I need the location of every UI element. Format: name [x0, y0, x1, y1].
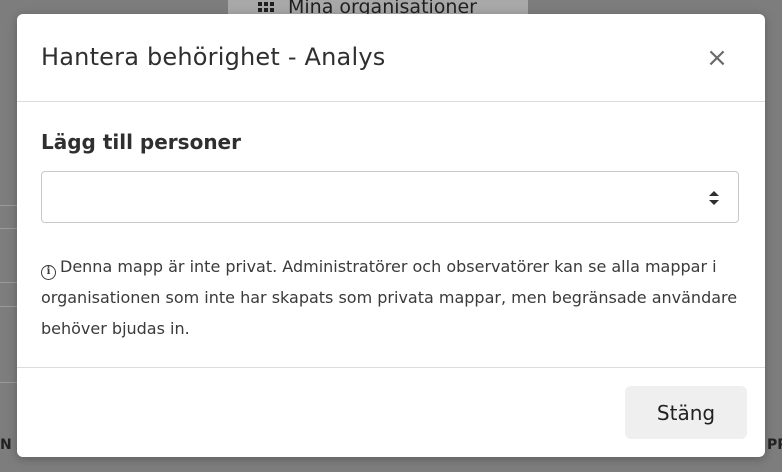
- background-divider: [0, 382, 18, 383]
- info-text: Denna mapp är inte privat. Administratör…: [41, 257, 738, 338]
- background-column-label: PP: [767, 437, 782, 453]
- background-divider: [0, 205, 18, 206]
- dialog-header: Hantera behörighet - Analys ×: [17, 14, 765, 102]
- background-page-header: Mina organisationer: [228, 0, 528, 14]
- background-header-title: Mina organisationer: [288, 0, 477, 14]
- add-people-label: Lägg till personer: [41, 130, 241, 154]
- dialog-title: Hantera behörighet - Analys: [41, 43, 386, 71]
- background-divider: [0, 306, 18, 307]
- permissions-dialog: Hantera behörighet - Analys × Lägg till …: [17, 14, 765, 457]
- grid-icon: [258, 2, 276, 12]
- background-divider: [0, 282, 18, 283]
- close-button[interactable]: Stäng: [625, 386, 747, 439]
- background-divider: [0, 228, 18, 229]
- close-icon[interactable]: ×: [705, 45, 729, 71]
- background-column-label: N: [0, 437, 12, 453]
- add-people-select[interactable]: [41, 171, 739, 223]
- sort-arrows-icon: [709, 191, 719, 205]
- info-icon: i: [41, 265, 56, 280]
- privacy-info-message: i Denna mapp är inte privat. Administratö…: [41, 251, 741, 344]
- dialog-footer: Stäng: [17, 367, 765, 457]
